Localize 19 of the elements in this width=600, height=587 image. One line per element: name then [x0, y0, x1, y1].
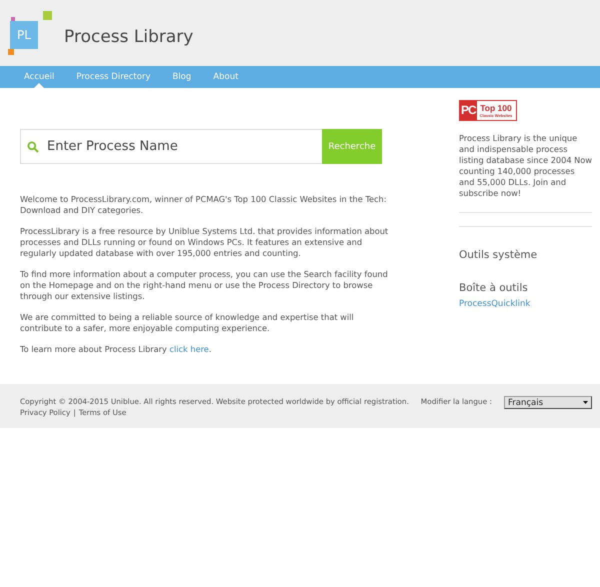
nav-tab[interactable]: Blog [161, 66, 202, 88]
language-select[interactable]: Français [504, 396, 592, 409]
paragraph: ProcessLibrary is a free resource by Uniblue Systems Ltd. that provides information about processes and DLLs running or found on Windows PCs. It features an extensive and regularly updated database with over 195,000 entries and counting. [20, 226, 390, 259]
paragraph: Welcome to ProcessLibrary.com, winner of PCMAG's Top 100 Classic Websites in the Tech: Download and DIY categories. [20, 194, 388, 216]
nav-tab[interactable]: Accueil [13, 66, 66, 88]
sidebar-text: Process Library is the unique and indispensable process listing database since 2004 Now counting 140,000 processes and 55,000 DLLs. Join and subscribe now! [459, 133, 592, 199]
sidebar-link[interactable]: ProcessQuicklink [459, 299, 592, 309]
paragraph: To learn more about Process Library click here. [20, 344, 212, 355]
search-icon [27, 140, 39, 152]
paragraph: To find more information about a computer process, you can use the Search facility found on the Homepage and on the right-hand menu or use the Process Directory to browse through our extensive listings. [20, 269, 389, 302]
paragraph: We are committed to being a reliable source of knowledge and expertise that will contribute to a safer, more enjoyable computing experience. [20, 312, 355, 334]
section-heading: Boîte à outils [459, 282, 529, 294]
section-heading: Outils système [459, 249, 538, 261]
link[interactable]: click here [170, 344, 209, 354]
nav-tab[interactable]: Process Directory [65, 66, 162, 88]
search-button[interactable]: Recherche [322, 129, 382, 164]
site-title: Process Library [64, 27, 194, 47]
search-field[interactable]: Enter Process Name Recherche [20, 129, 382, 164]
nav-tab[interactable]: About [202, 66, 250, 88]
